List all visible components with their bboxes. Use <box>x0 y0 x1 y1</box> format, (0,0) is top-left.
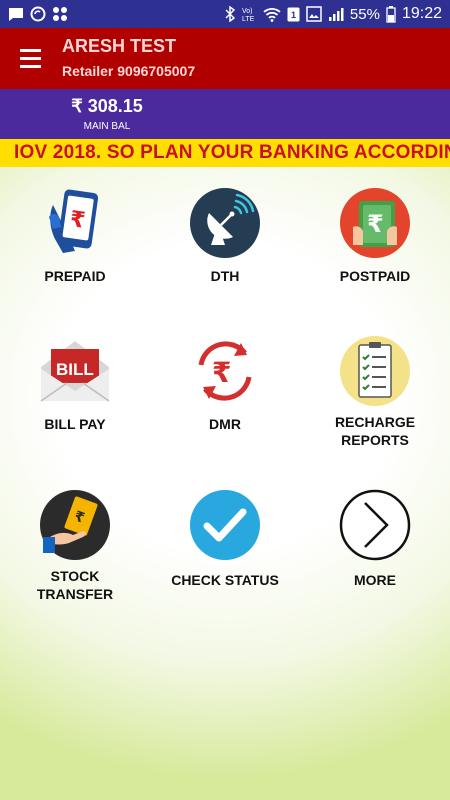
svg-text:Vo): Vo) <box>242 8 253 15</box>
dmr-tile[interactable]: ₹ DMR <box>150 335 300 485</box>
hamburger-menu-icon[interactable] <box>12 42 48 74</box>
recharge-reports-label: RECHARGE REPORTS <box>305 413 445 449</box>
checkmark-icon <box>190 490 260 560</box>
dth-label: DTH <box>210 268 240 284</box>
gallery-icon <box>306 6 322 22</box>
dth-tile[interactable]: DTH <box>150 187 300 337</box>
user-role-phone: Retailer 9096705007 <box>62 63 196 79</box>
sim-icon: 1 <box>287 7 300 22</box>
stock-transfer-label: STOCK TRANSFER <box>5 567 145 603</box>
news-ticker: IOV 2018. SO PLAN YOUR BANKING ACCORDIN <box>0 139 450 167</box>
svg-text:BILL: BILL <box>56 360 94 379</box>
main-balance-amount: ₹ 308.15 <box>71 96 143 116</box>
chevron-right-icon <box>339 489 411 561</box>
main-balance-label: MAIN BAL <box>83 121 131 132</box>
recharge-reports-tile[interactable]: RECHARGE REPORTS <box>300 335 450 485</box>
sync-icon <box>30 6 46 22</box>
bill-pay-tile[interactable]: BILL BILL PAY <box>0 335 150 485</box>
message-icon <box>8 7 24 22</box>
check-status-label: CHECK STATUS <box>171 572 279 588</box>
svg-text:1: 1 <box>291 10 296 20</box>
mobile-rupee-icon: ₹ <box>49 189 99 253</box>
bluetooth-icon <box>225 6 235 22</box>
clock: 19:22 <box>401 5 442 22</box>
volte-icon: Vo) LTE <box>241 5 257 23</box>
apps-icon <box>52 6 68 22</box>
bill-pay-label: BILL PAY <box>44 416 106 432</box>
bill-envelope-icon: BILL <box>40 341 110 402</box>
status-bar: Vo) LTE 1 55% 19:22 <box>0 0 450 28</box>
rupee-note-icon: ₹ <box>340 188 410 258</box>
signal-icon <box>328 7 344 22</box>
svg-text:₹: ₹ <box>367 210 384 238</box>
dmr-label: DMR <box>209 416 241 432</box>
check-status-tile[interactable]: CHECK STATUS <box>150 489 300 639</box>
user-name: ARESH TEST <box>62 36 177 56</box>
service-grid: ₹ PREPAID DTH ₹ POSTPAID BILL BILL PAY ₹… <box>0 167 450 800</box>
prepaid-label: PREPAID <box>44 268 106 284</box>
recharge-reports-label-line1: RECHARGE <box>334 414 416 430</box>
app-header: ARESH TEST Retailer 9096705007 <box>0 28 450 89</box>
satellite-dish-icon <box>190 188 260 258</box>
stock-transfer-tile[interactable]: ₹ STOCK TRANSFER <box>0 489 150 639</box>
ticker-text: IOV 2018. SO PLAN YOUR BANKING ACCORDIN <box>14 142 450 163</box>
stock-transfer-label-line1: STOCK <box>50 568 100 584</box>
hand-money-icon: ₹ <box>40 490 110 560</box>
more-tile[interactable]: MORE <box>300 489 450 639</box>
more-label: MORE <box>354 572 396 588</box>
recharge-reports-label-line2: REPORTS <box>341 432 409 448</box>
postpaid-tile[interactable]: ₹ POSTPAID <box>300 187 450 337</box>
battery-icon <box>386 5 396 23</box>
wifi-icon <box>263 7 281 22</box>
prepaid-tile[interactable]: ₹ PREPAID <box>0 187 150 337</box>
balance-bar: ₹ 308.15 MAIN BAL <box>0 89 450 139</box>
svg-text:LTE: LTE <box>242 16 255 23</box>
svg-text:₹: ₹ <box>212 356 231 389</box>
postpaid-label: POSTPAID <box>339 268 411 284</box>
checklist-icon <box>340 336 410 406</box>
stock-transfer-label-line2: TRANSFER <box>36 586 114 602</box>
battery-percent: 55% <box>349 5 380 23</box>
rupee-refresh-icon: ₹ <box>198 341 252 401</box>
